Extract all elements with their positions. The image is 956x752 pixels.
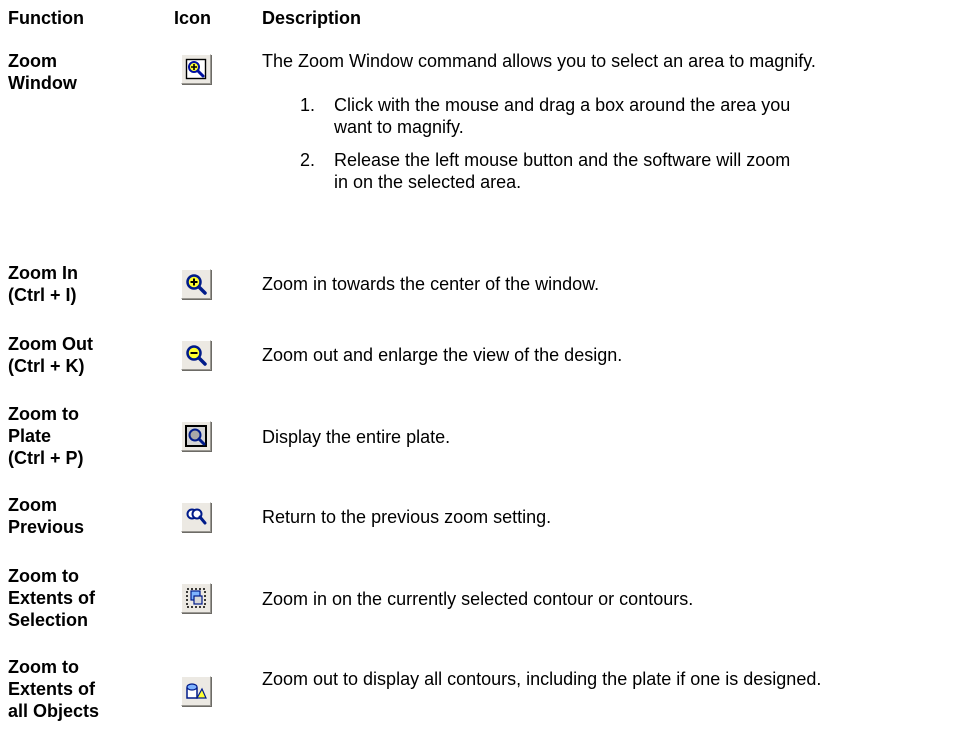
step-text: Click with the mouse and drag a box arou…: [334, 95, 791, 137]
zoom-previous-icon: [186, 508, 207, 525]
zoom-out-icon: [186, 345, 207, 366]
zoom-in-button[interactable]: [181, 269, 211, 299]
description-zoom-to-plate: Display the entire plate.: [262, 427, 451, 447]
description-zoom-out: Zoom out and enlarge the view of the des…: [262, 345, 623, 365]
header-function: Function: [8, 8, 84, 28]
header-description: Description: [262, 8, 362, 28]
zoom-window-icon: [185, 58, 207, 80]
step-text: Release the left mouse button and the so…: [334, 150, 791, 192]
zoom-in-icon: [186, 274, 207, 295]
function-zoom-out: Zoom Out (Ctrl + K): [8, 334, 93, 376]
zoom-extents-all-icon: [186, 683, 207, 699]
step-2: 2. Release the left mouse button and the…: [262, 149, 790, 193]
function-zoom-previous: Zoom Previous: [8, 495, 85, 537]
header-icon: Icon: [174, 8, 212, 28]
zoom-extents-selection-icon: [186, 588, 206, 608]
step-number: 1.: [300, 95, 316, 115]
description-zoom-previous: Return to the previous zoom setting.: [262, 507, 552, 527]
zoom-previous-button[interactable]: [181, 502, 211, 532]
zoom-to-plate-button[interactable]: [181, 421, 211, 451]
zoom-to-plate-icon: [185, 425, 207, 447]
zoom-extents-all-button[interactable]: [181, 676, 211, 706]
function-zoom-extents-selection: Zoom to Extents of Selection: [8, 566, 96, 630]
description-zoom-window: The Zoom Window command allows you to se…: [262, 51, 816, 71]
zoom-out-button[interactable]: [181, 340, 211, 370]
description-zoom-extents-all: Zoom out to display all contours, includ…: [262, 669, 822, 689]
description-zoom-in: Zoom in towards the center of the window…: [262, 274, 600, 294]
function-zoom-window: Zoom Window: [8, 51, 77, 93]
function-zoom-extents-all: Zoom to Extents of all Objects: [8, 657, 100, 721]
function-zoom-in: Zoom In (Ctrl + I): [8, 263, 78, 305]
zoom-window-button[interactable]: [181, 54, 211, 84]
zoom-extents-selection-button[interactable]: [181, 583, 211, 613]
description-zoom-extents-selection: Zoom in on the currently selected contou…: [262, 589, 694, 609]
step-number: 2.: [300, 150, 316, 170]
function-zoom-to-plate: Zoom to Plate (Ctrl + P): [8, 404, 84, 468]
step-1: 1. Click with the mouse and drag a box a…: [262, 94, 790, 138]
